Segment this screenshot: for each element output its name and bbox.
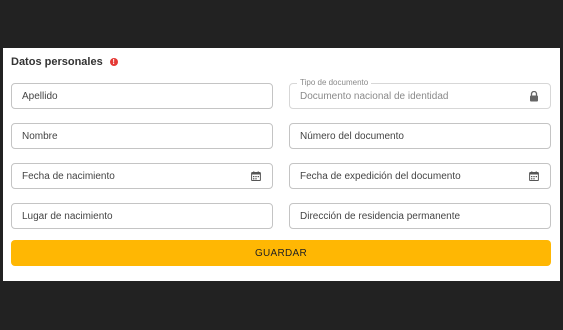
numero-documento-field[interactable]: Número del documento	[289, 123, 551, 149]
fecha-expedicion-field[interactable]: Fecha de expedición del documento	[289, 163, 551, 189]
lugar-nacimiento-field[interactable]: Lugar de nacimiento	[11, 203, 273, 229]
calendar-icon[interactable]	[528, 170, 540, 182]
fecha-expedicion-placeholder: Fecha de expedición del documento	[300, 170, 461, 182]
numero-documento-placeholder: Número del documento	[300, 130, 404, 142]
save-button[interactable]: GUARDAR	[11, 240, 551, 266]
fecha-nacimiento-placeholder: Fecha de nacimiento	[22, 170, 115, 182]
tipo-documento-field: Tipo de documento Documento nacional de …	[289, 77, 551, 109]
lugar-nacimiento-placeholder: Lugar de nacimiento	[22, 210, 113, 222]
tipo-documento-value: Documento nacional de identidad	[300, 90, 449, 102]
tipo-documento-label: Tipo de documento	[297, 77, 372, 89]
direccion-residencia-field[interactable]: Dirección de residencia permanente	[289, 203, 551, 229]
fecha-nacimiento-field[interactable]: Fecha de nacimiento	[11, 163, 273, 189]
lock-icon	[528, 90, 540, 102]
calendar-icon[interactable]	[250, 170, 262, 182]
nombre-placeholder: Nombre	[22, 130, 58, 142]
section-header: Datos personales !	[11, 56, 118, 68]
apellido-field[interactable]: Apellido	[11, 83, 273, 109]
alert-icon: !	[109, 58, 118, 66]
section-title: Datos personales	[11, 56, 103, 68]
direccion-residencia-placeholder: Dirección de residencia permanente	[300, 210, 461, 222]
personal-data-card: Datos personales ! Apellido Tipo de docu…	[3, 48, 560, 281]
nombre-field[interactable]: Nombre	[11, 123, 273, 149]
apellido-placeholder: Apellido	[22, 90, 58, 102]
